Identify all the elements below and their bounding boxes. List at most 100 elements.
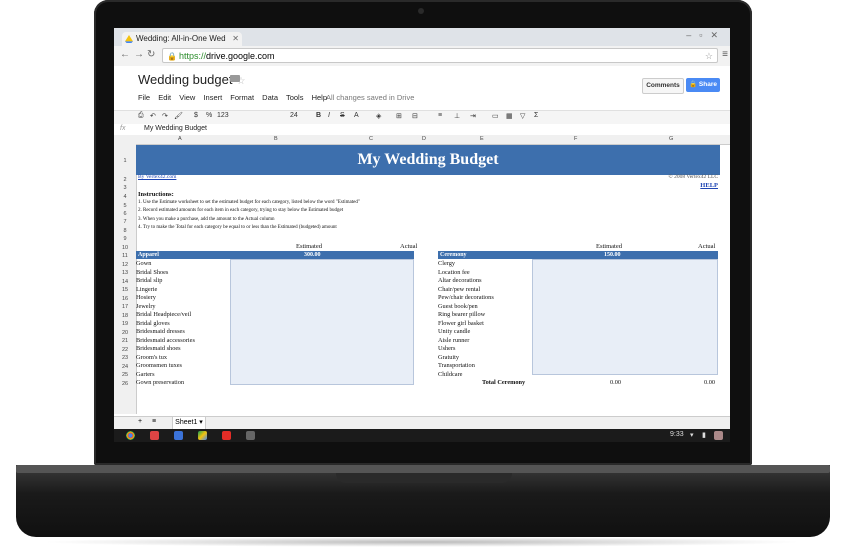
row-header[interactable]: 21 <box>114 338 136 344</box>
list-item[interactable]: Clergy <box>438 260 455 269</box>
ceremony-header[interactable]: Ceremony 150.00 <box>438 251 718 259</box>
list-item[interactable]: Lingerie <box>136 286 157 295</box>
borders-icon[interactable]: ⊞ <box>396 112 402 120</box>
help-link[interactable]: HELP <box>700 182 718 189</box>
col-header[interactable]: E <box>480 136 484 142</box>
menu-tools[interactable]: Tools <box>286 93 304 102</box>
list-item[interactable]: Guest book/pen <box>438 303 478 312</box>
col-header[interactable]: F <box>574 136 577 142</box>
tab-close-icon[interactable]: ✕ <box>232 32 239 46</box>
row-header[interactable]: 23 <box>114 355 136 361</box>
align-icon[interactable]: ≡ <box>438 112 442 119</box>
battery-icon[interactable]: ▮ <box>702 431 706 439</box>
row-header[interactable]: 7 <box>114 219 136 225</box>
list-item[interactable]: Hosiery <box>136 294 156 303</box>
clock[interactable]: 9:33 <box>670 431 684 438</box>
italic-icon[interactable]: I <box>328 112 330 119</box>
vertex-link[interactable]: By Vertex42.com <box>138 174 176 180</box>
row-header[interactable]: 25 <box>114 372 136 378</box>
sheet-list-icon[interactable]: ≡ <box>152 418 156 425</box>
row-header[interactable]: 6 <box>114 211 136 217</box>
list-item[interactable]: Garters <box>136 371 155 380</box>
col-header[interactable]: D <box>422 136 426 142</box>
currency-icon[interactable]: $ <box>194 112 198 119</box>
list-item[interactable]: Ushers <box>438 345 456 354</box>
apps-launcher-icon[interactable] <box>246 431 255 440</box>
browser-menu-icon[interactable]: ≡ <box>722 49 728 60</box>
col-header[interactable]: C <box>369 136 373 142</box>
list-item[interactable]: Childcare <box>438 371 462 380</box>
list-item[interactable]: Chair/pew rental <box>438 286 480 295</box>
document-title[interactable]: Wedding budget <box>138 72 232 87</box>
row-header[interactable]: 10 <box>114 245 136 251</box>
percent-icon[interactable]: % <box>206 112 212 119</box>
wifi-icon[interactable]: ▾ <box>690 431 694 439</box>
search-icon[interactable] <box>174 431 183 440</box>
redo-icon[interactable]: ↷ <box>162 112 168 120</box>
menu-format[interactable]: Format <box>230 93 254 102</box>
chart-icon[interactable]: ▦ <box>506 112 513 120</box>
col-header[interactable]: B <box>274 136 278 142</box>
row-header[interactable]: 14 <box>114 279 136 285</box>
col-header[interactable]: G <box>669 136 673 142</box>
apparel-entry-cells[interactable] <box>230 259 414 385</box>
list-item[interactable]: Altar decorations <box>438 277 482 286</box>
row-header[interactable]: 18 <box>114 313 136 319</box>
strikethrough-icon[interactable]: S <box>340 112 345 119</box>
menu-help[interactable]: Help <box>312 93 327 102</box>
merge-icon[interactable]: ⊟ <box>412 112 418 120</box>
col-header[interactable]: A <box>178 136 182 142</box>
row-header[interactable]: 22 <box>114 347 136 353</box>
avatar[interactable] <box>714 431 723 440</box>
comment-icon[interactable]: ▭ <box>492 112 499 120</box>
row-header[interactable]: 17 <box>114 304 136 310</box>
list-item[interactable]: Location fee <box>438 269 470 278</box>
row-header[interactable]: 19 <box>114 321 136 327</box>
fill-color-icon[interactable]: ◈ <box>376 112 381 120</box>
list-item[interactable]: Groom's tux <box>136 354 167 363</box>
list-item[interactable]: Gown preservation <box>136 379 184 388</box>
list-item[interactable]: Bridesmaid shoes <box>136 345 181 354</box>
row-header[interactable]: 20 <box>114 330 136 336</box>
add-sheet-icon[interactable]: + <box>138 418 142 425</box>
bookmark-star-icon[interactable]: ☆ <box>705 49 713 64</box>
paint-format-icon[interactable]: 🖌 <box>174 112 183 120</box>
font-size-dropdown[interactable]: 24 <box>290 112 298 119</box>
window-controls[interactable]: –▫✕ <box>686 30 726 41</box>
valign-icon[interactable]: ⊥ <box>454 112 460 120</box>
list-item[interactable]: Transportation <box>438 362 475 371</box>
row-header[interactable]: 1 <box>114 158 136 164</box>
menu-data[interactable]: Data <box>262 93 278 102</box>
print-icon[interactable]: ⎙ <box>138 112 144 120</box>
reload-icon[interactable]: ↻ <box>147 49 155 60</box>
list-item[interactable]: Flower girl basket <box>438 320 484 329</box>
list-item[interactable]: Unity candle <box>438 328 470 337</box>
row-header[interactable]: 5 <box>114 203 136 209</box>
list-item[interactable]: Ring bearer pillow <box>438 311 485 320</box>
list-item[interactable]: Bridal Headpiece/veil <box>136 311 191 320</box>
row-header[interactable]: 16 <box>114 296 136 302</box>
row-header[interactable]: 2 <box>114 177 136 183</box>
comments-button[interactable]: Comments <box>642 78 684 94</box>
row-header[interactable]: 15 <box>114 287 136 293</box>
number-format-dropdown[interactable]: 123 <box>217 112 229 119</box>
url-field[interactable]: 🔒 https://drive.google.com ☆ <box>162 48 718 63</box>
drive-icon[interactable] <box>198 431 207 440</box>
functions-icon[interactable]: Σ <box>534 112 538 119</box>
bold-icon[interactable]: B <box>316 112 321 119</box>
undo-icon[interactable]: ↶ <box>150 112 156 120</box>
list-item[interactable]: Bridal gloves <box>136 320 170 329</box>
list-item[interactable]: Pew/chair decorations <box>438 294 494 303</box>
row-header[interactable]: 8 <box>114 228 136 234</box>
ceremony-entry-cells[interactable] <box>532 259 718 375</box>
list-item[interactable]: Bridal Shoes <box>136 269 168 278</box>
filter-icon[interactable]: ▽ <box>520 112 525 120</box>
row-header[interactable]: 3 <box>114 185 136 191</box>
menu-view[interactable]: View <box>179 93 195 102</box>
gmail-icon[interactable] <box>150 431 159 440</box>
row-header[interactable]: 13 <box>114 270 136 276</box>
row-header[interactable]: 12 <box>114 262 136 268</box>
menu-edit[interactable]: Edit <box>158 93 171 102</box>
wrap-icon[interactable]: ⇥ <box>470 112 476 120</box>
browser-tab[interactable]: Wedding: All-in-One Wed ✕ <box>122 32 242 46</box>
